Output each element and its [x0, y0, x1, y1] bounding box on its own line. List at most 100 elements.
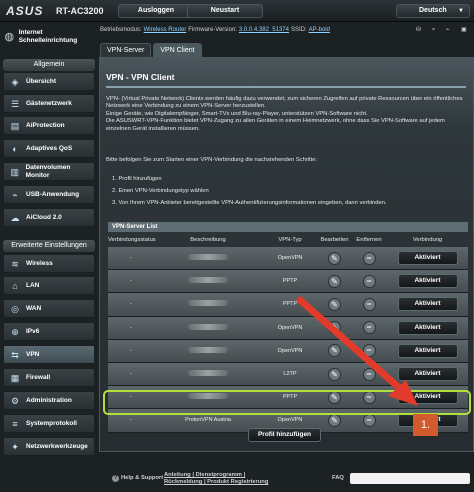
tab-bar: VPN-Server VPN Client [100, 43, 202, 57]
row-vpn-type: OpenVPN [277, 324, 303, 331]
column-header: Verbindung [412, 237, 443, 243]
sidebar-item-guest-network[interactable]: ☰ Gästenetzwerk [3, 94, 95, 113]
sidebar-item-administration[interactable]: ⚙ Administration [3, 391, 95, 410]
row-description [154, 277, 262, 285]
activate-button[interactable]: Aktiviert [397, 251, 458, 266]
add-profile-button[interactable]: Profil hinzufügen [248, 428, 321, 442]
remove-icon[interactable]: − [362, 413, 376, 427]
sidebar-item-aiprotection[interactable]: ▤ AiProtection [3, 116, 95, 135]
activate-button[interactable]: Aktiviert [397, 274, 458, 289]
sidebar-item-network-tools[interactable]: ✦ Netzwerkwerkzeuge [3, 437, 95, 456]
language-select[interactable]: Deutsch ▼ [396, 4, 470, 18]
row-status: - [130, 278, 132, 285]
general-header: Allgemein [3, 59, 95, 71]
guest-network-icon: ☰ [10, 98, 20, 109]
activate-button[interactable]: Aktiviert [397, 320, 458, 335]
table-row: - OpenVPN ✎ − Aktiviert [108, 339, 468, 363]
row-description [154, 300, 262, 308]
step-item: 1. Profil hinzufügen [112, 176, 162, 182]
monitor-icon: ▥ [10, 166, 20, 177]
sidebar-item-wan[interactable]: ◎ WAN [3, 299, 95, 318]
row-vpn-type: PPTP [282, 278, 298, 285]
row-description: ProtonVPN Austria [185, 417, 231, 424]
edit-icon[interactable]: ✎ [328, 344, 341, 358]
firewall-icon: ▦ [10, 372, 20, 383]
edit-icon[interactable]: ✎ [328, 321, 341, 335]
column-header: Verbindungsstatus [108, 237, 156, 243]
activate-button[interactable]: Aktiviert [397, 297, 458, 312]
table-header: Verbindungsstatus Beschreibung VPN-Typ B… [108, 234, 468, 246]
row-status: - [130, 417, 132, 424]
sidebar-item-usb-application[interactable]: ⌁ USB-Anwendung [3, 185, 95, 204]
vpn-icon: ⇆ [11, 349, 19, 360]
remove-icon[interactable]: − [362, 251, 376, 265]
intro-text: VPN- (Virtual Private Network) Clients w… [106, 96, 468, 133]
redacted-text [188, 254, 228, 261]
cloud-icon: ☁ [10, 212, 20, 223]
usb-icon[interactable]: ⌁ [446, 26, 455, 35]
title-divider [106, 86, 466, 88]
quick-internet-setup-label: Internet Schnelleinrichtung [18, 29, 78, 44]
steps-list: 1. Profil hinzufügen 2. Einen VPN-Verbin… [112, 173, 387, 209]
sidebar-item-firewall[interactable]: ▦ Firewall [3, 368, 95, 387]
redacted-text [188, 346, 228, 353]
lock-icon: ▤ [10, 120, 20, 131]
status-bar: Betriebsmodus: Wireless Router Firmware-… [100, 26, 474, 38]
remove-icon[interactable]: − [362, 297, 376, 311]
step-item: 2. Einen VPN-Verbindungstyp wählen [112, 188, 209, 194]
quick-internet-setup[interactable]: ◍ Internet Schnelleinrichtung [3, 26, 95, 48]
intro-paragraph-1: VPN- (Virtual Private Network) Clients w… [106, 96, 463, 110]
network-map-icon: ◈ [11, 76, 19, 87]
advanced-header: Erweiterte Einstellungen [3, 240, 95, 252]
faq-search-input[interactable] [350, 473, 470, 484]
mode-value[interactable]: Wireless Router [144, 27, 187, 33]
activate-button[interactable]: Aktiviert [397, 367, 458, 382]
step-badge: 1. [413, 414, 438, 436]
row-status: - [130, 255, 132, 262]
sidebar-item-traffic-monitor[interactable]: ▥ Datenvolumen Monitor [3, 162, 95, 181]
tab-vpn-server[interactable]: VPN-Server [100, 43, 152, 57]
logout-button[interactable]: Ausloggen [118, 4, 194, 18]
table-row: - L2TP ✎ − Aktiviert [108, 362, 468, 387]
help-icon: ? [112, 475, 119, 482]
column-header: Entfernen [356, 237, 382, 243]
remove-icon[interactable]: − [362, 274, 376, 288]
ssid-label: SSID: [290, 27, 307, 33]
sidebar-item-aicloud[interactable]: ☁ AiCloud 2.0 [3, 208, 95, 227]
sidebar-item-wireless[interactable]: ≋ Wireless [3, 254, 95, 273]
app-icon[interactable]: ▣ [461, 26, 470, 35]
edit-icon[interactable]: ✎ [328, 297, 341, 311]
edit-icon[interactable]: ✎ [328, 251, 341, 265]
admin-icon: ⚙ [10, 395, 20, 406]
tab-vpn-client[interactable]: VPN Client [153, 43, 202, 57]
sidebar-item-lan[interactable]: ⌂ LAN [3, 276, 95, 295]
sidebar-item-ipv6[interactable]: ⊕ IPv6 [3, 322, 95, 341]
footer-links[interactable]: Anleitung | Dienstprogramm | Rückmeldung… [164, 472, 284, 486]
log-icon: ≡ [12, 418, 18, 429]
edit-icon[interactable]: ✎ [328, 413, 341, 427]
edit-icon[interactable]: ✎ [328, 367, 341, 381]
row-description [154, 346, 262, 355]
network-icon[interactable]: ⛁ [416, 26, 425, 35]
sidebar-item-overview[interactable]: ◈ Übersicht [3, 72, 95, 91]
lan-icon: ⌂ [12, 280, 18, 291]
restart-button[interactable]: Neustart [187, 4, 263, 18]
redacted-text [188, 370, 228, 377]
table-caption: VPN-Server List [108, 222, 468, 232]
remove-icon[interactable]: − [362, 367, 376, 381]
page-title: VPN - VPN Client [106, 72, 175, 82]
firmware-value[interactable]: 3.0.0.4.382_51374 [239, 27, 289, 33]
wifi-icon[interactable]: ⚬ [431, 26, 440, 35]
sidebar-item-vpn[interactable]: ⇆ VPN [3, 345, 95, 364]
remove-icon[interactable]: − [362, 321, 376, 335]
firmware-label: Firmware-Version: [188, 27, 237, 33]
top-bar: ASUS RT-AC3200 Ausloggen Neustart Deutsc… [0, 0, 474, 22]
sidebar-item-adaptive-qos[interactable]: ◐ Adaptives QoS [3, 139, 95, 158]
faq-label: FAQ [332, 475, 344, 481]
row-status: - [130, 371, 132, 378]
activate-button[interactable]: Aktiviert [397, 343, 458, 358]
language-value: Deutsch [419, 7, 447, 14]
sidebar-item-system-log[interactable]: ≡ Systemprotokoll [3, 414, 95, 433]
remove-icon[interactable]: − [362, 344, 376, 358]
edit-icon[interactable]: ✎ [328, 274, 341, 288]
